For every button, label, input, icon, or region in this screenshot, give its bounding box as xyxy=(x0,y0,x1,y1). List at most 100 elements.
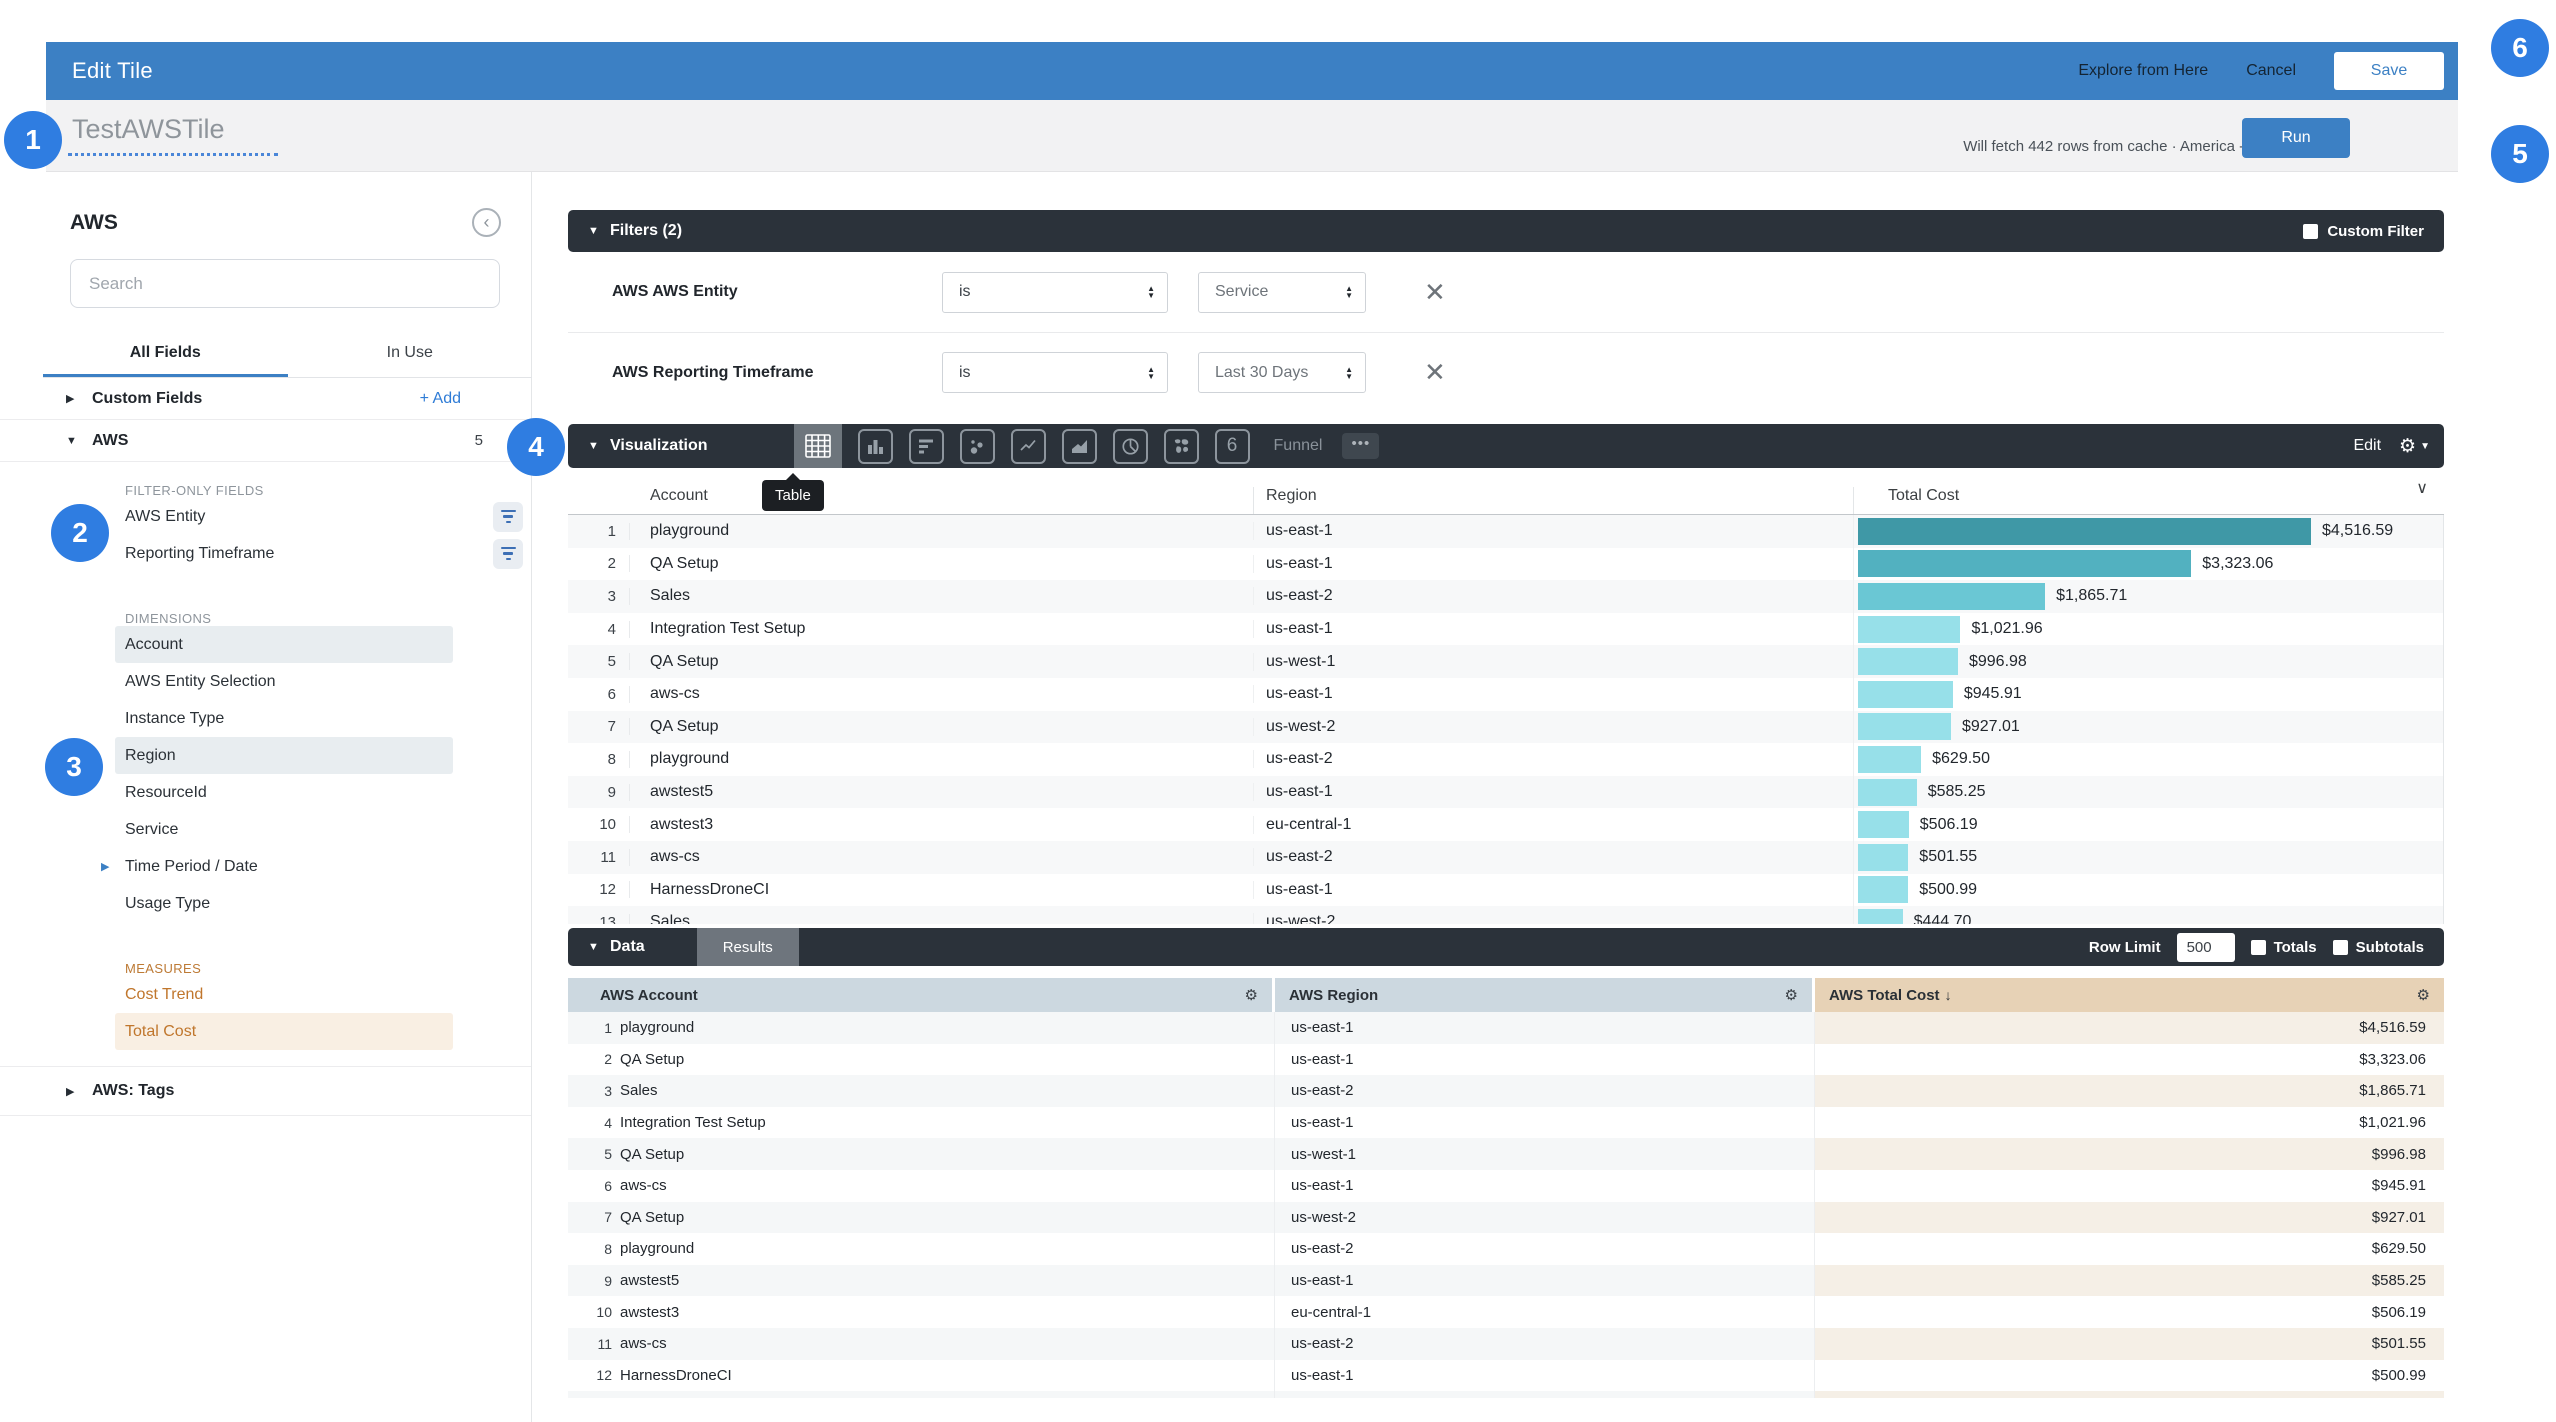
account-cell[interactable]: awstest5 xyxy=(630,783,1253,801)
sidebar-item-aws-entity[interactable]: AWS Entity xyxy=(115,498,453,535)
more-viz-types-icon[interactable]: ••• xyxy=(1342,433,1379,459)
account-column-header[interactable]: Account xyxy=(630,487,1253,514)
sidebar-item-service[interactable]: Service xyxy=(115,811,453,848)
account-cell[interactable]: playground xyxy=(630,750,1253,768)
account-cell[interactable]: 6 aws-cs xyxy=(568,1170,1275,1202)
aws-tags-group[interactable]: ▶ AWS: Tags xyxy=(0,1067,531,1115)
column-chart-icon[interactable] xyxy=(858,429,893,464)
total-cost-cell[interactable]: $585.25 xyxy=(1853,776,2444,809)
region-cell[interactable]: us-west-2 xyxy=(1275,1202,1815,1234)
region-cell[interactable]: us-east-1 xyxy=(1275,1265,1815,1297)
single-value-viz-icon[interactable]: 6 xyxy=(1215,429,1250,464)
account-cell[interactable]: Sales xyxy=(630,587,1253,605)
total-cost-cell[interactable]: $945.91 xyxy=(1815,1170,2444,1202)
region-cell[interactable]: us-east-2 xyxy=(1253,750,1853,768)
aws-total-cost-column-header[interactable]: AWS Total Cost ↓ ⚙ xyxy=(1815,978,2444,1012)
account-cell[interactable]: QA Setup xyxy=(630,555,1253,573)
total-cost-cell[interactable]: $444.70 xyxy=(1815,1391,2444,1398)
region-cell[interactable]: us-west-2 xyxy=(1253,913,1853,924)
filter-operator-select[interactable]: is ▲▼ xyxy=(942,272,1168,313)
region-cell[interactable]: us-east-2 xyxy=(1253,848,1853,866)
account-cell[interactable]: Sales xyxy=(630,913,1253,924)
region-column-header[interactable]: Region xyxy=(1253,487,1853,514)
custom-fields-group[interactable]: ▶ Custom Fields + Add xyxy=(0,378,531,420)
column-gear-icon[interactable]: ⚙ xyxy=(1785,986,1798,1004)
total-cost-cell[interactable]: $629.50 xyxy=(1853,743,2444,776)
sidebar-item-aws-entity-selection[interactable]: AWS Entity Selection xyxy=(115,663,453,700)
account-cell[interactable]: awstest3 xyxy=(630,816,1253,834)
account-cell[interactable]: 13 Sales xyxy=(568,1391,1275,1398)
region-cell[interactable]: eu-central-1 xyxy=(1275,1296,1815,1328)
account-cell[interactable]: Integration Test Setup xyxy=(630,620,1253,638)
bar-chart-icon[interactable] xyxy=(909,429,944,464)
sidebar-item-time-period-date[interactable]: ▶ Time Period / Date xyxy=(115,848,453,885)
results-tab[interactable]: Results xyxy=(697,928,799,966)
region-cell[interactable]: us-east-1 xyxy=(1253,555,1853,573)
pie-chart-icon[interactable] xyxy=(1113,429,1148,464)
row-limit-input[interactable] xyxy=(2177,933,2235,962)
sidebar-item-region[interactable]: Region xyxy=(115,737,453,774)
chevron-down-icon[interactable]: ∨ xyxy=(2396,478,2428,507)
region-cell[interactable]: us-east-1 xyxy=(1253,783,1853,801)
account-cell[interactable]: aws-cs xyxy=(630,685,1253,703)
region-cell[interactable]: us-east-1 xyxy=(1275,1107,1815,1139)
total-cost-cell[interactable]: $501.55 xyxy=(1815,1328,2444,1360)
region-cell[interactable]: us-east-1 xyxy=(1275,1044,1815,1076)
tab-all-fields[interactable]: All Fields xyxy=(43,336,288,377)
tile-name-input[interactable]: TestAWSTile xyxy=(72,114,225,145)
add-custom-field-button[interactable]: + Add xyxy=(420,390,461,408)
total-cost-cell[interactable]: $500.99 xyxy=(1815,1360,2444,1392)
region-cell[interactable]: us-east-1 xyxy=(1253,620,1853,638)
total-cost-cell[interactable]: $4,516.59 xyxy=(1853,515,2444,548)
account-cell[interactable]: 8 playground xyxy=(568,1233,1275,1265)
edit-viz-button[interactable]: Edit xyxy=(2353,437,2381,455)
region-cell[interactable]: us-east-1 xyxy=(1253,685,1853,703)
remove-filter-icon[interactable]: ✕ xyxy=(1424,277,1446,308)
total-cost-cell[interactable]: $927.01 xyxy=(1815,1202,2444,1234)
funnel-viz-option[interactable]: Funnel xyxy=(1274,437,1323,455)
filter-icon[interactable] xyxy=(493,539,523,569)
account-cell[interactable]: QA Setup xyxy=(630,718,1253,736)
total-cost-cell[interactable]: $506.19 xyxy=(1853,808,2444,841)
region-cell[interactable]: us-east-1 xyxy=(1275,1012,1815,1044)
viz-settings-gear-icon[interactable]: ⚙ ▼ xyxy=(2399,435,2430,458)
total-cost-cell[interactable]: $3,323.06 xyxy=(1815,1044,2444,1076)
total-cost-column-header[interactable]: Total Cost ∨ xyxy=(1853,487,2444,514)
filter-icon[interactable] xyxy=(493,502,523,532)
aws-account-column-header[interactable]: AWS Account ⚙ xyxy=(568,978,1275,1012)
total-cost-cell[interactable]: $945.91 xyxy=(1853,678,2444,711)
account-cell[interactable]: 9 awstest5 xyxy=(568,1265,1275,1297)
account-cell[interactable]: HarnessDroneCI xyxy=(630,881,1253,899)
total-cost-cell[interactable]: $585.25 xyxy=(1815,1265,2444,1297)
table-viz-icon[interactable] xyxy=(794,424,842,468)
account-cell[interactable]: playground xyxy=(630,522,1253,540)
region-cell[interactable]: us-east-1 xyxy=(1275,1360,1815,1392)
sidebar-item-cost-trend[interactable]: Cost Trend xyxy=(115,976,453,1013)
region-cell[interactable]: us-east-2 xyxy=(1275,1328,1815,1360)
column-gear-icon[interactable]: ⚙ xyxy=(2417,986,2430,1004)
account-cell[interactable]: 1 playground xyxy=(568,1012,1275,1044)
account-cell[interactable]: 4 Integration Test Setup xyxy=(568,1107,1275,1139)
account-cell[interactable]: aws-cs xyxy=(630,848,1253,866)
region-cell[interactable]: us-east-2 xyxy=(1253,587,1853,605)
tab-in-use[interactable]: In Use xyxy=(288,336,533,377)
account-cell[interactable]: 3 Sales xyxy=(568,1075,1275,1107)
account-cell[interactable]: 2 QA Setup xyxy=(568,1044,1275,1076)
region-cell[interactable]: us-east-1 xyxy=(1253,881,1853,899)
account-cell[interactable]: 5 QA Setup xyxy=(568,1138,1275,1170)
total-cost-cell[interactable]: $500.99 xyxy=(1853,874,2444,907)
region-cell[interactable]: us-east-2 xyxy=(1275,1233,1815,1265)
account-cell[interactable]: 10 awstest3 xyxy=(568,1296,1275,1328)
region-cell[interactable]: eu-central-1 xyxy=(1253,816,1853,834)
total-cost-cell[interactable]: $4,516.59 xyxy=(1815,1012,2444,1044)
total-cost-cell[interactable]: $3,323.06 xyxy=(1853,548,2444,581)
account-cell[interactable]: 7 QA Setup xyxy=(568,1202,1275,1234)
region-cell[interactable]: us-west-1 xyxy=(1275,1138,1815,1170)
cancel-button[interactable]: Cancel xyxy=(2246,62,2296,80)
region-cell[interactable]: us-east-1 xyxy=(1253,522,1853,540)
total-cost-cell[interactable]: $1,021.96 xyxy=(1853,613,2444,646)
total-cost-cell[interactable]: $501.55 xyxy=(1853,841,2444,874)
map-viz-icon[interactable] xyxy=(1164,429,1199,464)
column-gear-icon[interactable]: ⚙ xyxy=(1245,986,1258,1004)
region-cell[interactable]: us-east-1 xyxy=(1275,1170,1815,1202)
